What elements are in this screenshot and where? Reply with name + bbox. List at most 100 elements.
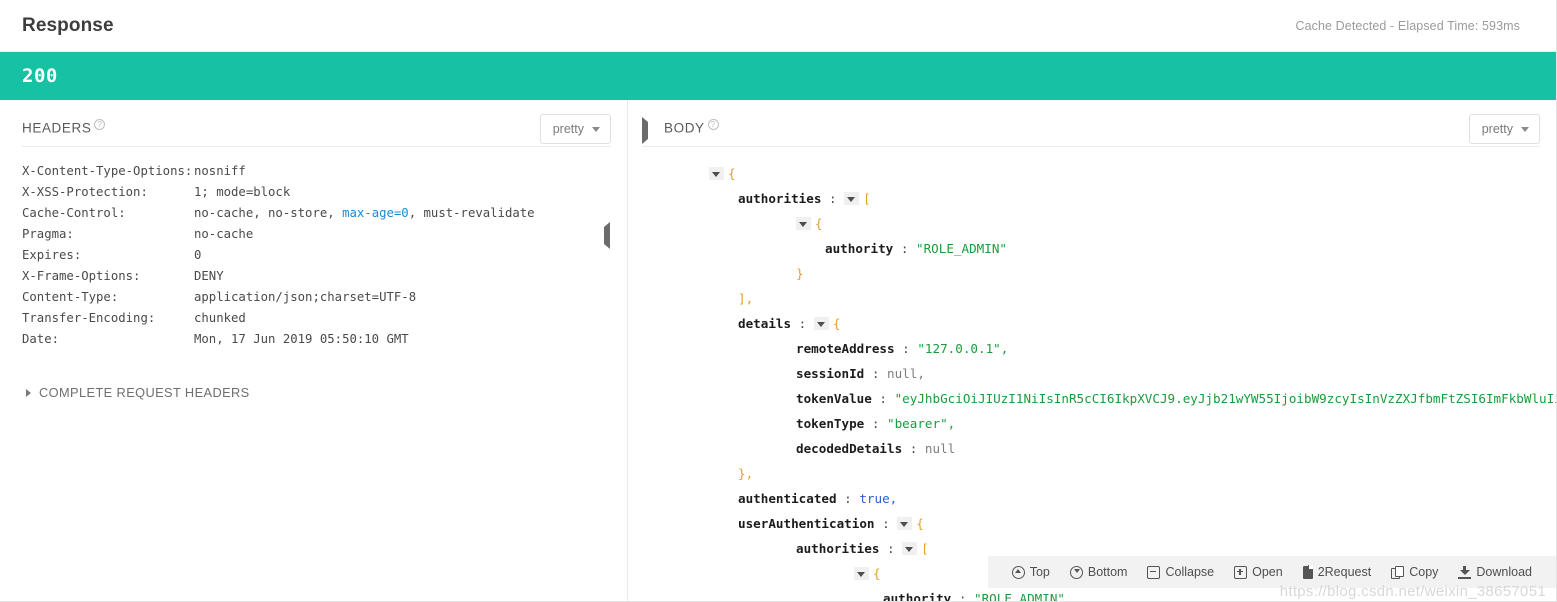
json-line: }, bbox=[628, 461, 1556, 486]
collapse-left-pane-button[interactable] bbox=[604, 222, 610, 249]
header-key: X-Frame-Options: bbox=[22, 269, 141, 283]
body-label: BODY bbox=[664, 120, 705, 136]
header-value: no-cache, no-store, max-age=0, must-reva… bbox=[194, 203, 535, 224]
toolbar-collapse-button[interactable]: Collapse bbox=[1137, 565, 1224, 579]
json-line: } bbox=[628, 261, 1556, 286]
json-line: details : { bbox=[628, 311, 1556, 336]
toolbar-item-label: Top bbox=[1029, 565, 1050, 579]
json-colon: : bbox=[874, 516, 898, 531]
body-pane: BODY? pretty { authorities : [ { authority … bbox=[628, 100, 1556, 602]
headers-list: X-Content-Type-Options: nosniff X-XSS-Prot… bbox=[0, 147, 627, 350]
json-colon: : bbox=[821, 191, 845, 206]
header-value: no-cache bbox=[194, 227, 254, 241]
headers-format-dropdown[interactable]: pretty bbox=[539, 114, 611, 144]
json-key: authority bbox=[883, 591, 952, 602]
response-viewer: Response Cache Detected - Elapsed Time: … bbox=[0, 0, 1557, 602]
header-row: X-Frame-Options: DENY bbox=[22, 266, 627, 287]
json-line: userAuthentication : { bbox=[628, 511, 1556, 536]
header-key: Expires: bbox=[22, 248, 82, 262]
body-toolbar: Top Bottom Collapse Open 2Request Copy Downloa… bbox=[987, 556, 1556, 588]
json-key: userAuthentication bbox=[738, 516, 875, 531]
body-format-dropdown[interactable]: pretty bbox=[1468, 114, 1540, 144]
copy-icon bbox=[1391, 565, 1405, 579]
json-collapse-toggle-icon[interactable] bbox=[813, 317, 829, 330]
body-section-header: BODY? pretty bbox=[628, 100, 1556, 146]
header-row: Transfer-Encoding: chunked bbox=[22, 308, 627, 329]
json-collapse-toggle-icon[interactable] bbox=[709, 167, 724, 180]
json-value: [ bbox=[863, 191, 871, 206]
json-line: ], bbox=[628, 286, 1556, 311]
toolbar-item-label: Open bbox=[1252, 565, 1283, 579]
cache-elapsed-time: Cache Detected - Elapsed Time: 593ms bbox=[1295, 18, 1520, 33]
json-key: details bbox=[738, 316, 792, 331]
json-value: null bbox=[924, 441, 956, 456]
chevron-down-icon bbox=[592, 126, 600, 132]
header-value: Mon, 17 Jun 2019 05:50:10 GMT bbox=[194, 332, 409, 346]
json-line: authority : "ROLE_ADMIN" bbox=[628, 586, 1556, 602]
toolbar-item-label: Collapse bbox=[1165, 565, 1215, 579]
toolbar-top-button[interactable]: Top bbox=[1002, 565, 1060, 579]
json-viewer[interactable]: {authorities : [{authority : "ROLE_ADMIN… bbox=[628, 147, 1556, 602]
status-code: 200 bbox=[22, 65, 58, 87]
header-row: X-Content-Type-Options: nosniff bbox=[22, 161, 627, 182]
toolbar-open-button[interactable]: Open bbox=[1224, 565, 1293, 579]
json-colon: : bbox=[836, 491, 860, 506]
json-collapse-toggle-icon[interactable] bbox=[796, 217, 811, 230]
header-value-link[interactable]: max-age=0 bbox=[342, 206, 409, 220]
json-key: decodedDetails bbox=[796, 441, 903, 456]
header-value: 0 bbox=[194, 248, 202, 262]
header-row: Pragma: no-cache bbox=[22, 224, 627, 245]
page-title: Response bbox=[22, 14, 114, 36]
help-icon[interactable]: ? bbox=[94, 119, 106, 130]
toolbar-bottom-button[interactable]: Bottom bbox=[1060, 565, 1138, 579]
json-line: sessionId : null, bbox=[628, 361, 1556, 386]
document-icon bbox=[1302, 565, 1314, 579]
json-value: "ROLE_ADMIN" bbox=[916, 241, 1007, 256]
circle-arrow-up-icon bbox=[1011, 565, 1025, 579]
json-key: tokenValue bbox=[796, 391, 872, 406]
json-colon: : bbox=[864, 416, 887, 431]
header-key: Content-Type: bbox=[22, 290, 119, 304]
headers-pane: HEADERS? pretty X-Content-Type-Options: n… bbox=[0, 100, 628, 601]
download-icon bbox=[1458, 565, 1472, 579]
json-key: remoteAddress bbox=[796, 341, 895, 356]
json-value: { bbox=[873, 566, 881, 581]
json-colon: : bbox=[894, 341, 918, 356]
header-row: Expires: 0 bbox=[22, 245, 627, 266]
header-value-part: , must-revalidate bbox=[408, 206, 535, 220]
json-value: } bbox=[796, 266, 804, 281]
expand-body-pane-button[interactable] bbox=[642, 117, 648, 144]
toolbar-copy-button[interactable]: Copy bbox=[1381, 565, 1448, 579]
complete-request-headers-toggle[interactable]: COMPLETE REQUEST HEADERS bbox=[26, 385, 627, 400]
toolbar-download-button[interactable]: Download bbox=[1448, 565, 1542, 579]
panes-container: HEADERS? pretty X-Content-Type-Options: n… bbox=[0, 100, 1556, 602]
json-key: sessionId bbox=[796, 366, 865, 381]
json-collapse-toggle-icon[interactable] bbox=[897, 517, 913, 530]
header-row: Cache-Control: no-cache, no-store, max-ag… bbox=[22, 203, 627, 224]
json-colon: : bbox=[871, 391, 895, 406]
json-colon: : bbox=[893, 241, 916, 256]
json-collapse-toggle-icon[interactable] bbox=[854, 567, 869, 580]
circle-arrow-down-icon bbox=[1069, 565, 1083, 579]
header-key: X-XSS-Protection: bbox=[22, 185, 148, 199]
json-line: tokenType : "bearer", bbox=[628, 411, 1556, 436]
json-key: authorities bbox=[796, 541, 880, 556]
toolbar-item-label: Copy bbox=[1409, 565, 1439, 579]
json-value: }, bbox=[738, 466, 754, 481]
json-colon: : bbox=[791, 316, 814, 331]
body-title: BODY? bbox=[664, 119, 719, 136]
toolbar-2request-button[interactable]: 2Request bbox=[1293, 565, 1382, 579]
json-value: "eyJhbGciOiJIUzI1NiIsInR5cCI6IkpXVCJ9.ey… bbox=[894, 391, 1556, 406]
json-collapse-toggle-icon[interactable] bbox=[844, 192, 860, 205]
caret-left-icon bbox=[604, 222, 610, 249]
header-key: Date: bbox=[22, 332, 60, 346]
json-value: "ROLE_ADMIN" bbox=[974, 591, 1065, 602]
help-icon[interactable]: ? bbox=[707, 119, 719, 130]
header-value: application/json;charset=UTF-8 bbox=[194, 290, 417, 304]
header-value: chunked bbox=[194, 311, 246, 325]
json-collapse-toggle-icon[interactable] bbox=[902, 542, 918, 555]
chevron-down-icon bbox=[1521, 126, 1529, 132]
json-value: { bbox=[728, 166, 736, 181]
status-bar: 200 bbox=[0, 52, 1556, 100]
body-format-label: pretty bbox=[1481, 122, 1513, 136]
